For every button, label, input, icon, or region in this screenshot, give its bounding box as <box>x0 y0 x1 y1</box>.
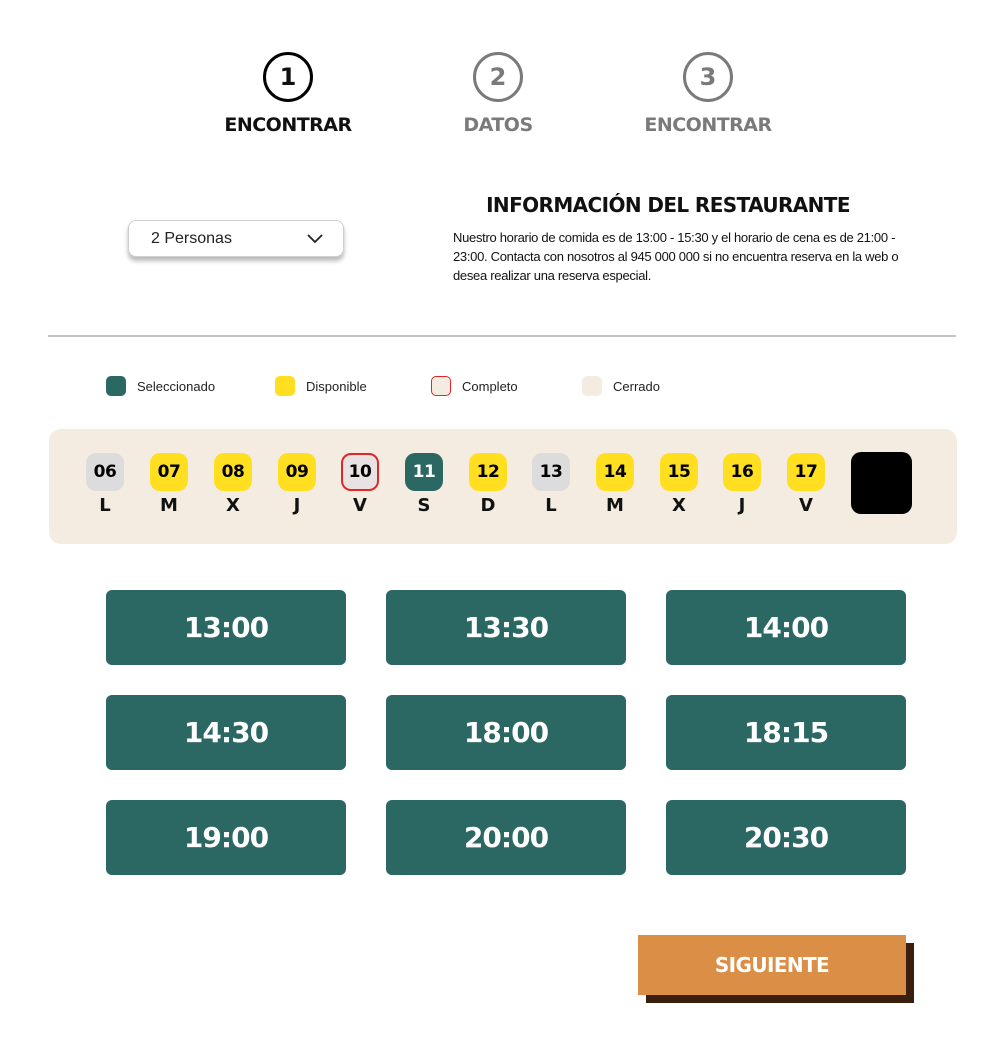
day-number: 09 <box>278 453 316 491</box>
persons-select-value: 2 Personas <box>151 229 232 247</box>
legend-swatch-completo <box>431 376 451 396</box>
day-weekday: X <box>226 495 240 516</box>
day-item[interactable]: 06 L <box>86 453 124 516</box>
day-item[interactable]: 11 S <box>405 453 443 516</box>
day-number: 08 <box>214 453 252 491</box>
step-2-label: DATOS <box>463 114 533 136</box>
day-selector: 06 L 07 M 08 X 09 J 10 V 11 S 12 D 13 L … <box>49 429 957 544</box>
day-weekday: V <box>799 495 813 516</box>
day-weekday: J <box>738 495 746 516</box>
day-item[interactable]: 16 J <box>723 453 761 516</box>
day-number: 11 <box>405 453 443 491</box>
legend-label: Seleccionado <box>137 378 216 394</box>
day-item[interactable]: 12 D <box>469 453 507 516</box>
day-item[interactable]: 17 V <box>787 453 825 516</box>
day-weekday: J <box>293 495 301 516</box>
day-number: 13 <box>532 453 570 491</box>
day-weekday: L <box>99 495 111 516</box>
legend-swatch-disponible <box>275 376 295 396</box>
time-slot-button[interactable]: 13:00 <box>106 590 346 665</box>
day-item[interactable]: 15 X <box>660 453 698 516</box>
legend-completo: Completo <box>431 376 518 396</box>
time-slot-button[interactable]: 18:00 <box>386 695 626 770</box>
day-number: 16 <box>723 453 761 491</box>
persons-select[interactable]: 2 Personas <box>128 220 344 257</box>
day-number: 15 <box>660 453 698 491</box>
divider <box>48 335 956 337</box>
info-title: INFORMACIÓN DEL RESTAURANTE <box>486 193 850 217</box>
step-1-label: ENCONTRAR <box>224 114 352 136</box>
legend-label: Disponible <box>306 378 367 394</box>
day-item[interactable]: 07 M <box>150 453 188 516</box>
legend-swatch-seleccionado <box>106 376 126 396</box>
day-number: 06 <box>86 453 124 491</box>
time-slot-button[interactable]: 18:15 <box>666 695 906 770</box>
day-weekday: D <box>480 495 496 516</box>
day-item[interactable]: 14 M <box>596 453 634 516</box>
step-3-circle: 3 <box>683 52 733 102</box>
day-item[interactable]: 13 L <box>532 453 570 516</box>
time-slot-button[interactable]: 14:00 <box>666 590 906 665</box>
time-slot-button[interactable]: 20:30 <box>666 800 906 875</box>
time-slot-button[interactable]: 14:30 <box>106 695 346 770</box>
chevron-down-icon <box>307 233 323 243</box>
time-slot-button[interactable]: 13:30 <box>386 590 626 665</box>
legend-swatch-cerrado <box>582 376 602 396</box>
legend-disponible: Disponible <box>275 376 367 396</box>
legend-seleccionado: Seleccionado <box>106 376 215 396</box>
day-number: 07 <box>150 453 188 491</box>
day-number: 10 <box>341 453 379 491</box>
step-2-circle: 2 <box>473 52 523 102</box>
legend-label: Cerrado <box>613 378 660 394</box>
next-days-button[interactable] <box>851 452 912 514</box>
day-number: 14 <box>596 453 634 491</box>
time-slot-button[interactable]: 20:00 <box>386 800 626 875</box>
step-2: 2 DATOS <box>408 52 588 136</box>
siguiente-button[interactable]: SIGUIENTE <box>638 935 914 1003</box>
day-number: 12 <box>469 453 507 491</box>
step-3-label: ENCONTRAR <box>644 114 772 136</box>
time-slot-button[interactable]: 19:00 <box>106 800 346 875</box>
day-weekday: M <box>160 495 178 516</box>
day-weekday: V <box>353 495 367 516</box>
day-weekday: M <box>606 495 624 516</box>
legend-cerrado: Cerrado <box>582 376 660 396</box>
day-item[interactable]: 10 V <box>341 453 379 516</box>
legend-label: Completo <box>462 378 518 394</box>
day-weekday: L <box>545 495 557 516</box>
day-weekday: S <box>417 495 431 516</box>
day-weekday: X <box>672 495 686 516</box>
day-item[interactable]: 08 X <box>214 453 252 516</box>
step-1-circle: 1 <box>263 52 313 102</box>
day-item[interactable]: 09 J <box>278 453 316 516</box>
day-number: 17 <box>787 453 825 491</box>
step-3: 3 ENCONTRAR <box>618 52 798 136</box>
step-1: 1 ENCONTRAR <box>198 52 378 136</box>
siguiente-button-label: SIGUIENTE <box>638 935 906 995</box>
info-text: Nuestro horario de comida es de 13:00 - … <box>453 230 899 283</box>
